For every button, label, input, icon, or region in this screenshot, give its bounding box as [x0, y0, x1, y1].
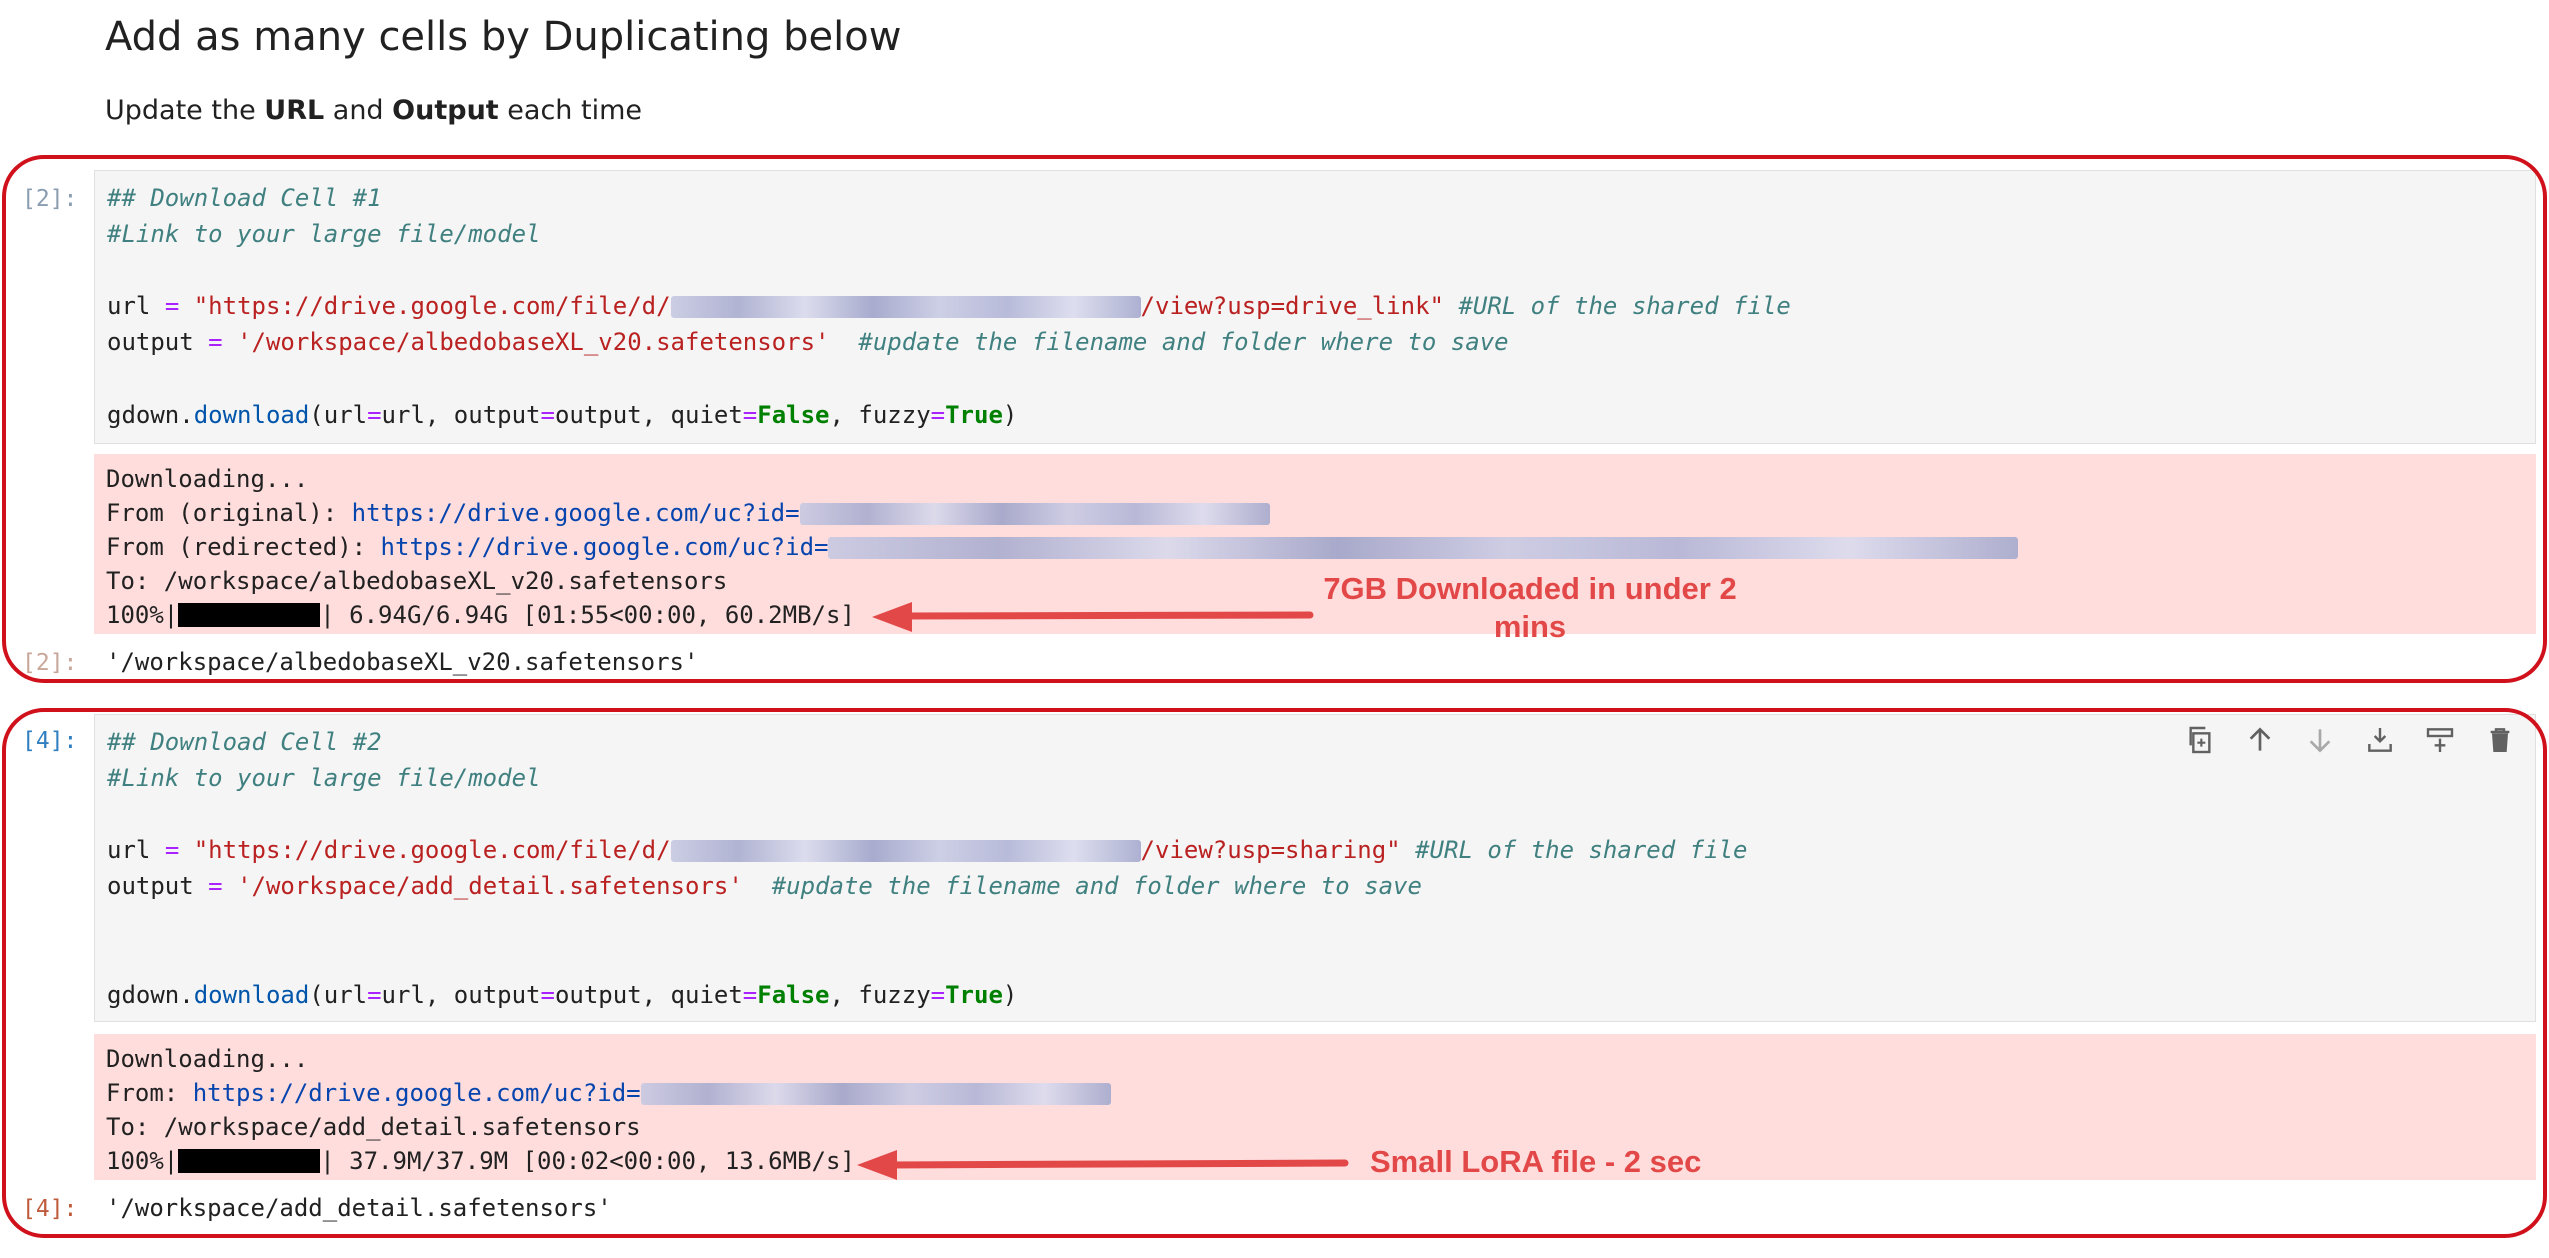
- markdown-heading: Add as many cells by Duplicating below: [105, 14, 902, 60]
- cell1-from-redirected-link[interactable]: https://drive.google.com/uc?id=: [381, 533, 829, 561]
- insert-above-icon: [2368, 728, 2392, 752]
- cell1-code-call-line: gdown.download(url=url, output=output, q…: [107, 401, 1018, 429]
- para-bold-url: URL: [264, 95, 325, 126]
- move-down-icon: [2309, 729, 2331, 753]
- cell1-result: '/workspace/albedobaseXL_v20.safetensors…: [106, 648, 699, 676]
- delete-cell-button[interactable]: [2480, 720, 2520, 760]
- cell1-from-original-line: From (original): https://drive.google.co…: [106, 498, 1270, 528]
- cell1-from-original-link[interactable]: https://drive.google.com/uc?id=: [352, 499, 800, 527]
- redacted-file-id: [670, 840, 1141, 862]
- cell2-output-prompt: [4]:: [22, 1196, 78, 1222]
- redacted-id: [828, 537, 2019, 559]
- progress-bar: [178, 603, 321, 627]
- cell1-code-url-line: url = "https://drive.google.com/file/d//…: [107, 292, 1791, 320]
- para-suffix: each time: [498, 95, 642, 126]
- cell1-code-editor[interactable]: ## Download Cell #1 #Link to your large …: [94, 170, 2536, 444]
- redacted-file-id: [670, 296, 1141, 318]
- cell2-annotation: Small LoRA file - 2 sec: [1370, 1144, 1702, 1179]
- move-up-icon: [2249, 727, 2271, 751]
- cell2-code-url-line: url = "https://drive.google.com/file/d//…: [107, 836, 1748, 864]
- cell1-annotation: 7GB Downloaded in under 2 mins: [1323, 571, 1737, 644]
- move-up-button[interactable]: [2240, 720, 2280, 760]
- cell1-to-line: To: /workspace/albedobaseXL_v20.safetens…: [106, 567, 728, 595]
- cell2-stderr-line-1: Downloading...: [106, 1045, 309, 1073]
- delete-icon: [2490, 728, 2510, 752]
- duplicate-cell-button[interactable]: [2180, 720, 2220, 760]
- cell1-code-output-line: output = '/workspace/albedobaseXL_v20.sa…: [107, 328, 1509, 356]
- cell2-code-call-line: gdown.download(url=url, output=output, q…: [107, 981, 1018, 1009]
- cell1-input-prompt: [2]:: [22, 186, 78, 212]
- insert-below-icon: [2426, 728, 2454, 752]
- cell2-from-link[interactable]: https://drive.google.com/uc?id=: [193, 1079, 641, 1107]
- cell1-annotation-arrow: [872, 602, 1314, 632]
- cell2-annotation-arrow: [857, 1150, 1349, 1180]
- cell2-code-line-1: ## Download Cell #2: [107, 728, 382, 756]
- redacted-id: [640, 1083, 1111, 1105]
- cell1-code-line-2: #Link to your large file/model: [107, 220, 541, 248]
- cell2-input-prompt: [4]:: [22, 728, 78, 754]
- insert-below-button[interactable]: [2420, 720, 2460, 760]
- cell2-code-output-line: output = '/workspace/add_detail.safetens…: [107, 872, 1422, 900]
- cell2-code-line-2: #Link to your large file/model: [107, 764, 541, 792]
- redacted-id: [799, 503, 1270, 525]
- cell-toolbar: [2180, 720, 2520, 760]
- cell2-result: '/workspace/add_detail.safetensors': [106, 1194, 612, 1222]
- duplicate-icon: [2189, 726, 2211, 754]
- markdown-paragraph: Update the URL and Output each time: [105, 95, 642, 126]
- cell1-from-redirected-line: From (redirected): https://drive.google.…: [106, 532, 2019, 562]
- progress-bar: [178, 1149, 321, 1173]
- para-mid: and: [324, 95, 393, 126]
- cell1-progress-line: 100%| | 6.94G/6.94G [01:55<00:00, 60.2MB/…: [106, 601, 855, 629]
- cell1-output-prompt: [2]:: [22, 650, 78, 676]
- insert-above-button[interactable]: [2360, 720, 2400, 760]
- cell2-code-editor[interactable]: ## Download Cell #2 #Link to your large …: [94, 714, 2536, 1022]
- move-down-button[interactable]: [2300, 720, 2340, 760]
- cell2-progress-line: 100%| | 37.9M/37.9M [00:02<00:00, 13.6MB/…: [106, 1147, 855, 1175]
- cell2-from-line: From: https://drive.google.com/uc?id=: [106, 1078, 1111, 1108]
- para-bold-output: Output: [392, 95, 499, 126]
- para-prefix: Update the: [105, 95, 265, 126]
- cell1-code-line-1: ## Download Cell #1: [107, 184, 382, 212]
- cell2-to-line: To: /workspace/add_detail.safetensors: [106, 1113, 641, 1141]
- cell1-stderr-line-1: Downloading...: [106, 465, 309, 493]
